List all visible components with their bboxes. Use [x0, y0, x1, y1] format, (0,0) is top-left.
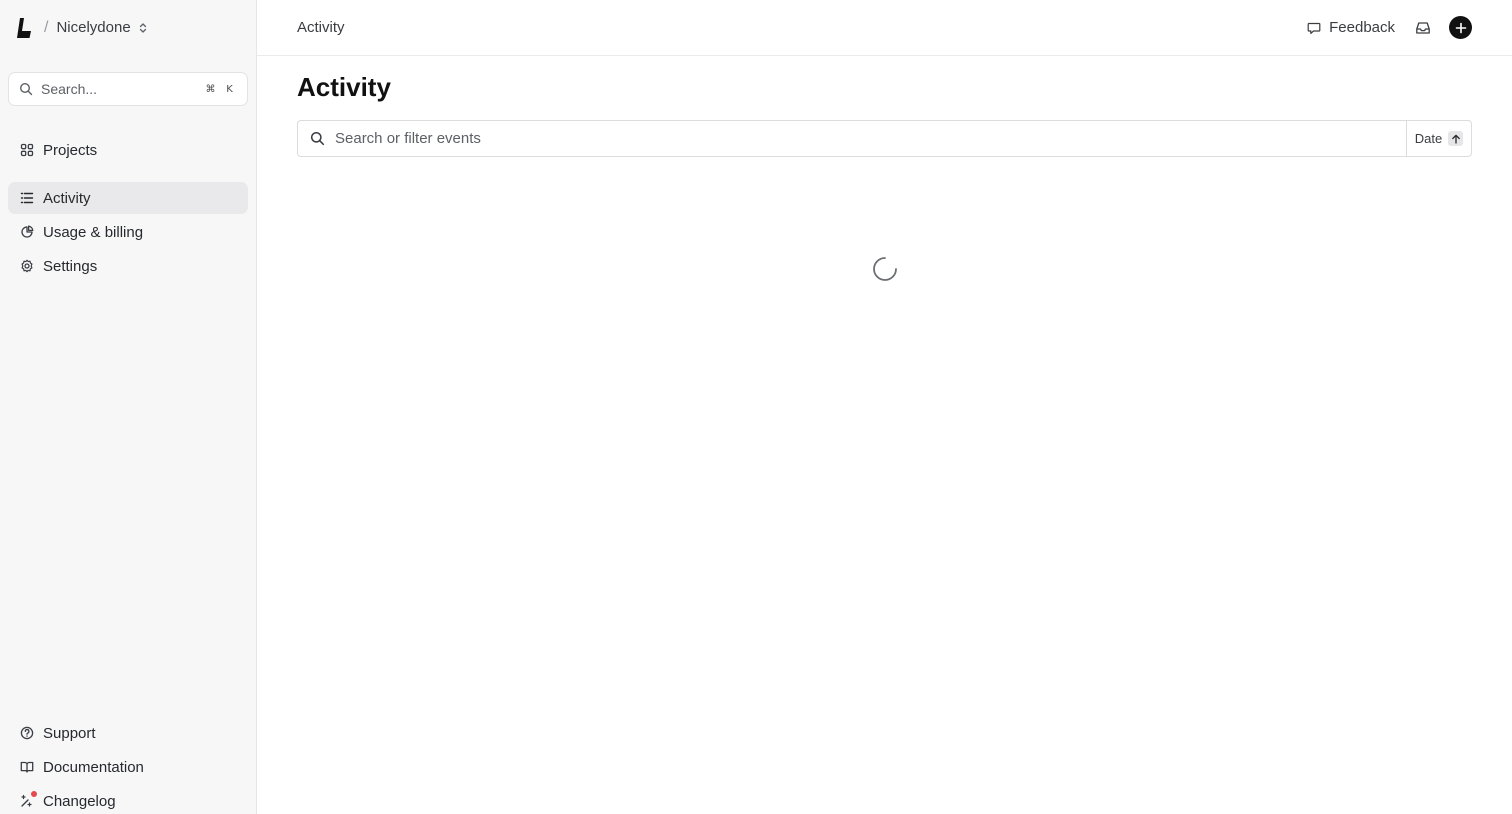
page-title: Activity — [297, 72, 391, 102]
gear-icon — [21, 259, 33, 273]
shortcut-k-key: K — [226, 83, 233, 95]
search-icon — [19, 82, 33, 96]
sidebar-header: / Nicelydone — [0, 0, 256, 55]
footer-nav: Support Documentation Changelog — [8, 717, 248, 814]
sidebar-item-label: Projects — [43, 141, 98, 159]
feedback-label: Feedback — [1329, 19, 1395, 36]
sidebar-item-label: Activity — [43, 189, 91, 207]
team-name: Nicelydone — [56, 19, 131, 36]
loading-spinner-icon — [873, 257, 897, 281]
primary-nav: Projects — [8, 134, 248, 166]
shortcut-mod-key: ⌘ — [205, 83, 216, 95]
book-icon — [20, 761, 34, 773]
grid-icon — [20, 143, 34, 157]
sidebar-search[interactable]: Search... ⌘ K — [8, 72, 248, 106]
feedback-button[interactable]: Feedback — [1307, 19, 1395, 36]
sidebar-item-changelog[interactable]: Changelog — [8, 785, 248, 814]
pie-chart-icon — [21, 225, 34, 238]
chevron-up-down-icon — [139, 22, 146, 33]
sidebar-item-label: Documentation — [43, 758, 144, 776]
sidebar-item-usage-billing[interactable]: Usage & billing — [8, 216, 248, 248]
help-circle-icon — [20, 726, 34, 740]
team-switcher[interactable]: Nicelydone — [56, 19, 148, 36]
inbox-icon[interactable] — [1415, 20, 1431, 36]
message-icon — [1307, 22, 1321, 34]
sidebar-item-label: Settings — [43, 257, 98, 275]
arrow-up-icon — [1451, 134, 1460, 144]
event-filter-bar: Date — [297, 120, 1472, 157]
sidebar-item-activity[interactable]: Activity — [8, 182, 248, 214]
event-search-field[interactable] — [298, 121, 1406, 156]
app-root: / Nicelydone Search... ⌘ K Projects Acti… — [0, 0, 1512, 814]
sidebar-item-support[interactable]: Support — [8, 717, 248, 749]
event-search-input[interactable] — [335, 121, 1406, 156]
sort-date-button[interactable]: Date — [1406, 121, 1471, 156]
secondary-nav: Activity Usage & billing Settings — [8, 182, 248, 282]
breadcrumb-separator: / — [44, 18, 49, 36]
sort-label: Date — [1414, 131, 1443, 146]
sidebar: / Nicelydone Search... ⌘ K Projects Acti… — [0, 0, 257, 814]
main-content: Activity Feedback Activity Search or fil… — [257, 0, 1512, 814]
search-icon — [310, 131, 325, 146]
sidebar-item-projects[interactable]: Projects — [8, 134, 248, 166]
topbar: Activity Feedback — [257, 0, 1512, 56]
sidebar-item-label: Usage & billing — [43, 223, 144, 241]
sidebar-item-documentation[interactable]: Documentation — [8, 751, 248, 783]
sidebar-item-settings[interactable]: Settings — [8, 250, 248, 282]
sort-direction-toggle[interactable] — [1448, 131, 1464, 146]
logo-icon[interactable] — [16, 17, 34, 39]
sidebar-item-label: Changelog — [43, 792, 116, 810]
changelog-icon-wrap — [20, 791, 37, 808]
sidebar-item-label: Support — [43, 724, 96, 742]
create-button[interactable] — [1449, 16, 1472, 39]
search-placeholder: Search... — [41, 81, 98, 97]
breadcrumb: Activity — [297, 19, 345, 36]
list-icon — [20, 192, 34, 204]
notification-dot — [31, 791, 37, 797]
plus-icon — [1455, 22, 1466, 33]
